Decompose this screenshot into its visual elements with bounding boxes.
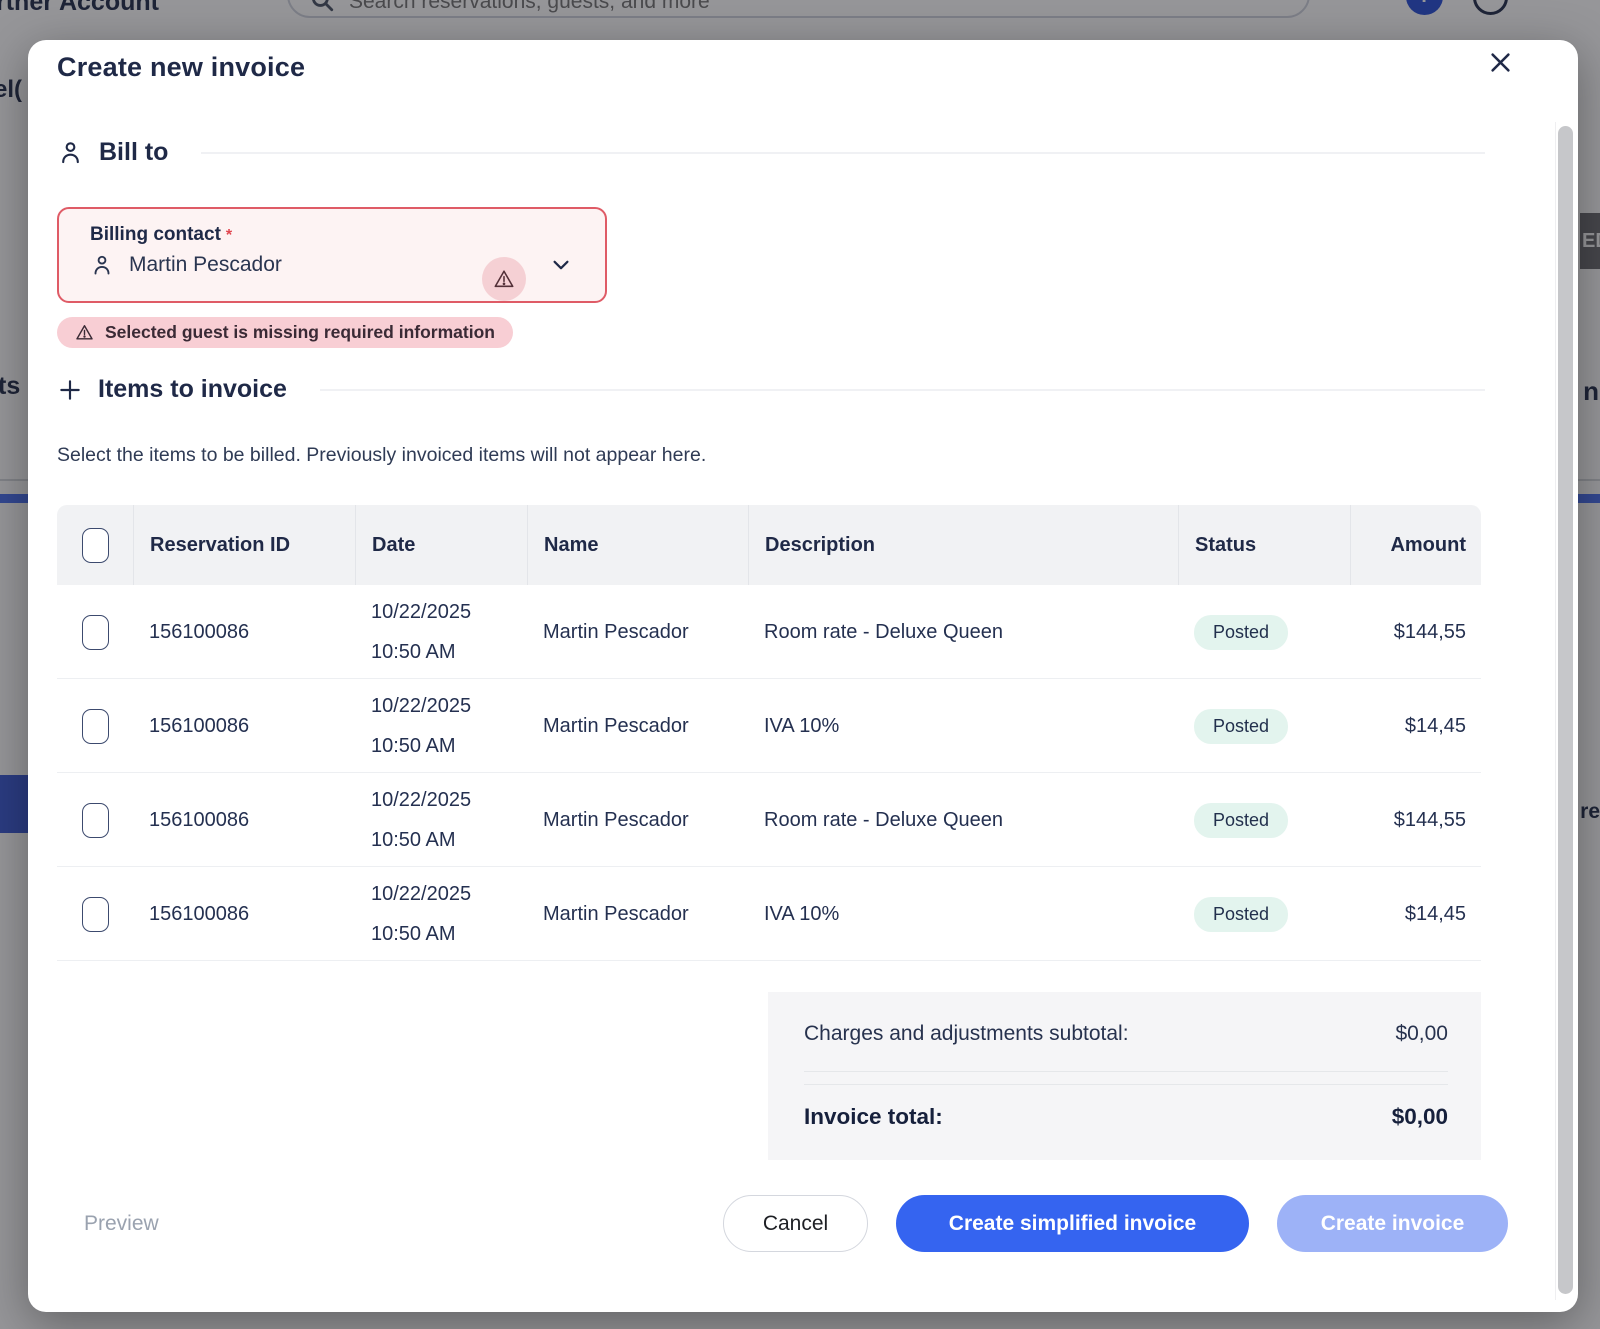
- create-simplified-invoice-button[interactable]: Create simplified invoice: [896, 1195, 1249, 1252]
- summary-divider: [804, 1084, 1448, 1085]
- row-checkbox[interactable]: [82, 615, 109, 650]
- cell-description: IVA 10%: [748, 679, 1178, 773]
- cell-reservation-id: 156100086: [133, 585, 355, 679]
- cell-amount: $14,45: [1350, 867, 1481, 961]
- select-all-checkbox[interactable]: [82, 528, 109, 563]
- bill-to-section-header: Bill to: [57, 138, 1485, 167]
- row-checkbox[interactable]: [82, 709, 109, 744]
- table-row: 156100086 10/22/202510:50 AM Martin Pesc…: [57, 679, 1481, 773]
- items-instruction: Select the items to be billed. Previousl…: [57, 444, 706, 467]
- cell-name: Martin Pescador: [527, 585, 748, 679]
- warning-icon: [75, 323, 94, 342]
- cell-reservation-id: 156100086: [133, 867, 355, 961]
- row-checkbox[interactable]: [82, 803, 109, 838]
- cell-time: 10:50 AM: [371, 632, 471, 672]
- cell-name: Martin Pescador: [527, 867, 748, 961]
- preview-link[interactable]: Preview: [84, 1212, 159, 1236]
- subtotal-label: Charges and adjustments subtotal:: [804, 1022, 1129, 1046]
- status-badge: Posted: [1194, 615, 1288, 650]
- person-icon: [90, 253, 114, 277]
- missing-info-warning: Selected guest is missing required infor…: [57, 317, 513, 348]
- cell-time: 10:50 AM: [371, 726, 471, 766]
- cell-reservation-id: 156100086: [133, 773, 355, 867]
- cell-time: 10:50 AM: [371, 914, 471, 954]
- cancel-button[interactable]: Cancel: [723, 1195, 868, 1252]
- subtotal-value: $0,00: [1395, 1022, 1448, 1046]
- invoice-total-label: Invoice total:: [804, 1104, 943, 1130]
- table-row: 156100086 10/22/202510:50 AM Martin Pesc…: [57, 585, 1481, 679]
- cell-date: 10/22/2025: [371, 780, 471, 820]
- cell-amount: $14,45: [1350, 679, 1481, 773]
- scrollbar-thumb[interactable]: [1558, 126, 1573, 1294]
- column-header-description: Description: [748, 505, 1178, 585]
- close-icon: [1487, 49, 1514, 76]
- status-badge: Posted: [1194, 709, 1288, 744]
- summary-divider: [804, 1071, 1448, 1072]
- cell-name: Martin Pescador: [527, 679, 748, 773]
- cell-reservation-id: 156100086: [133, 679, 355, 773]
- billing-contact-value: Martin Pescador: [129, 253, 282, 277]
- scrollbar-track: [1555, 122, 1556, 1300]
- items-heading: Items to invoice: [98, 375, 287, 404]
- cell-date: 10/22/2025: [371, 874, 471, 914]
- chevron-down-icon: [550, 254, 572, 276]
- cell-date: 10/22/2025: [371, 686, 471, 726]
- cell-name: Martin Pescador: [527, 773, 748, 867]
- invoice-total-value: $0,00: [1392, 1104, 1448, 1130]
- billing-contact-select[interactable]: Billing contact* Martin Pescador: [57, 207, 607, 303]
- warning-icon: [493, 268, 515, 290]
- screen: rtner Account ? el( ts ED n re Create ne…: [0, 0, 1600, 1329]
- column-header-date: Date: [355, 505, 527, 585]
- column-header-reservation-id: Reservation ID: [133, 505, 355, 585]
- column-header-name: Name: [527, 505, 748, 585]
- modal-title: Create new invoice: [57, 52, 305, 83]
- person-icon: [57, 139, 84, 166]
- create-invoice-modal: Create new invoice Bill to Billing conta…: [28, 40, 1578, 1312]
- section-divider: [320, 389, 1485, 391]
- table-row: 156100086 10/22/202510:50 AM Martin Pesc…: [57, 773, 1481, 867]
- table-header-row: Reservation ID Date Name Description Sta…: [57, 505, 1481, 585]
- contact-warning-badge[interactable]: [482, 257, 526, 301]
- invoice-items-table: Reservation ID Date Name Description Sta…: [57, 505, 1481, 961]
- create-invoice-button[interactable]: Create invoice: [1277, 1195, 1508, 1252]
- plus-icon: [57, 377, 83, 403]
- missing-info-warning-text: Selected guest is missing required infor…: [105, 322, 495, 343]
- footer-actions: Cancel Create simplified invoice Create …: [723, 1195, 1508, 1252]
- column-header-status: Status: [1178, 505, 1350, 585]
- section-divider: [201, 152, 1485, 154]
- bill-to-heading: Bill to: [99, 138, 168, 167]
- close-button[interactable]: [1484, 46, 1516, 78]
- status-badge: Posted: [1194, 803, 1288, 838]
- cell-description: Room rate - Deluxe Queen: [748, 585, 1178, 679]
- status-badge: Posted: [1194, 897, 1288, 932]
- row-checkbox[interactable]: [82, 897, 109, 932]
- cell-description: Room rate - Deluxe Queen: [748, 773, 1178, 867]
- cell-date: 10/22/2025: [371, 592, 471, 632]
- cell-time: 10:50 AM: [371, 820, 471, 860]
- required-asterisk: *: [226, 227, 232, 244]
- invoice-summary: Charges and adjustments subtotal: $0,00 …: [768, 992, 1481, 1160]
- table-row: 156100086 10/22/202510:50 AM Martin Pesc…: [57, 867, 1481, 961]
- items-section-header: Items to invoice: [57, 375, 1485, 404]
- cell-description: IVA 10%: [748, 867, 1178, 961]
- billing-contact-label: Billing contact*: [90, 224, 605, 246]
- column-header-amount: Amount: [1350, 505, 1481, 585]
- cell-amount: $144,55: [1350, 773, 1481, 867]
- cell-amount: $144,55: [1350, 585, 1481, 679]
